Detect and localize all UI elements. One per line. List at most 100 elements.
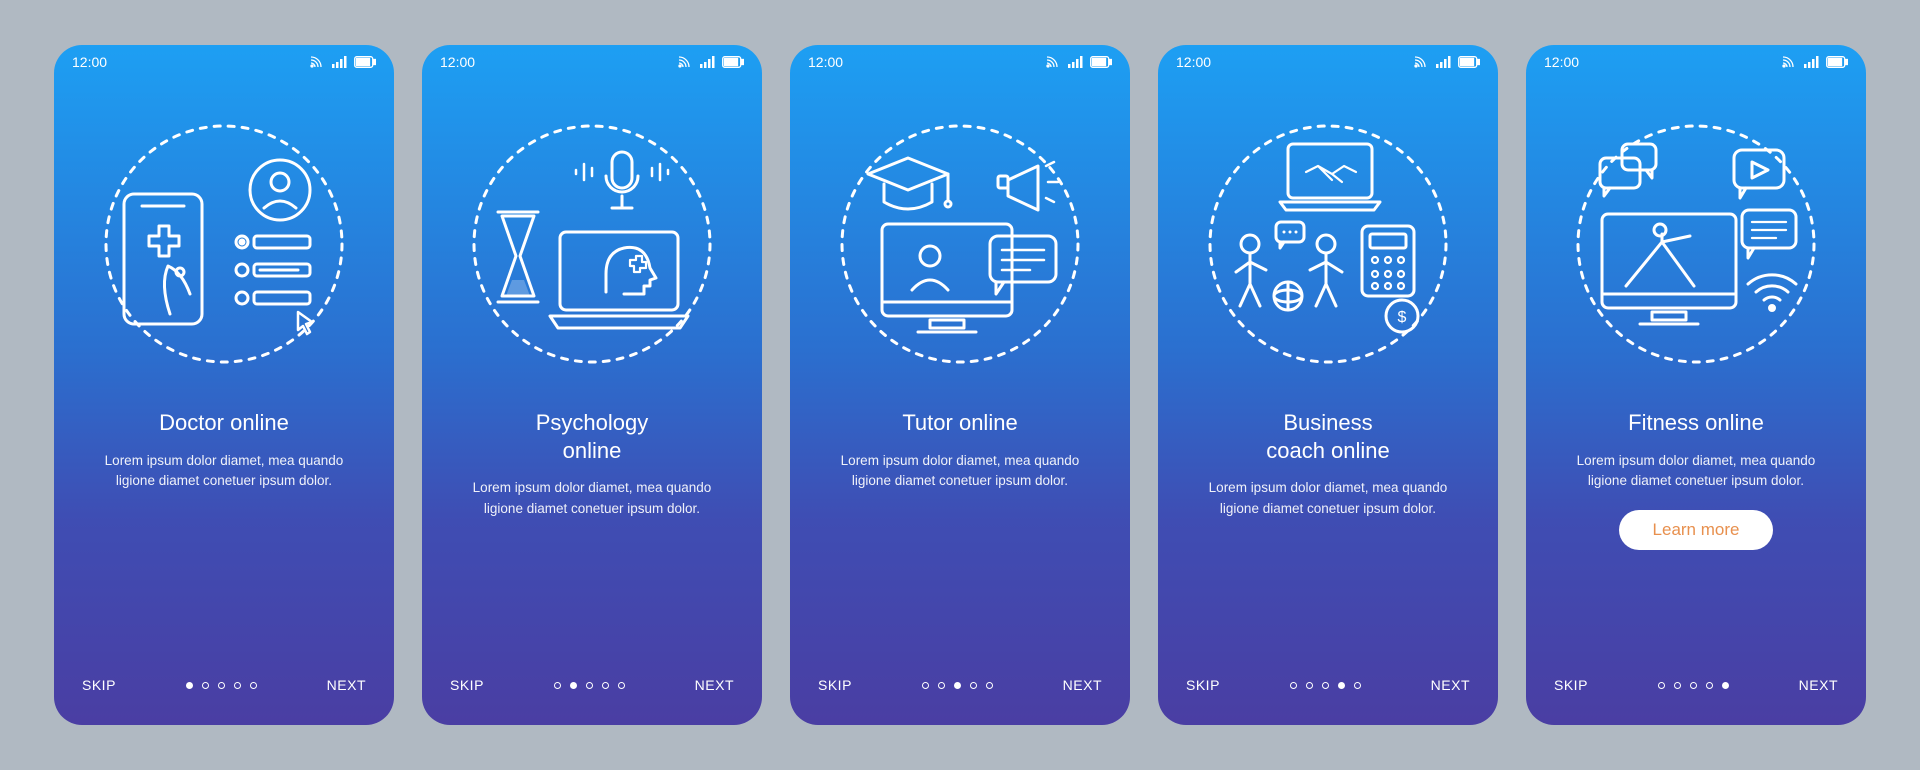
dot-4[interactable] (618, 682, 625, 689)
dot-4[interactable] (250, 682, 257, 689)
illustration-business: $ (1158, 79, 1498, 409)
screen-business: 12:00 (1158, 45, 1498, 725)
dot-2[interactable] (1690, 682, 1697, 689)
description: Lorem ipsum dolor diamet, mea quando lig… (1188, 478, 1468, 520)
skip-button[interactable]: SKIP (1186, 677, 1220, 693)
screen-tutor: 12:00 (790, 45, 1130, 725)
dot-0[interactable] (922, 682, 929, 689)
dot-1[interactable] (1674, 682, 1681, 689)
nav-bar: SKIP NEXT (1158, 655, 1498, 725)
svg-text:$: $ (1398, 309, 1407, 326)
nav-bar: SKIP NEXT (790, 655, 1130, 725)
next-button[interactable]: NEXT (327, 677, 366, 693)
dot-1[interactable] (202, 682, 209, 689)
dot-2[interactable] (218, 682, 225, 689)
illustration-psychology (422, 79, 762, 409)
status-time: 12:00 (1176, 54, 1211, 70)
nav-bar: SKIP NEXT (422, 655, 762, 725)
screen-doctor: 12:00 (54, 45, 394, 725)
title: Doctor online (84, 409, 364, 437)
dot-0[interactable] (1290, 682, 1297, 689)
dot-1[interactable] (938, 682, 945, 689)
signal-icon (332, 56, 348, 68)
battery-icon (722, 56, 744, 68)
description: Lorem ipsum dolor diamet, mea quando lig… (820, 451, 1100, 493)
next-button[interactable]: NEXT (1063, 677, 1102, 693)
status-icons (1782, 56, 1848, 68)
page-dots (1290, 682, 1361, 689)
page-dots (554, 682, 625, 689)
illustration-fitness (1526, 79, 1866, 409)
text-block: Doctor online Lorem ipsum dolor diamet, … (54, 409, 394, 655)
page-dots (186, 682, 257, 689)
description: Lorem ipsum dolor diamet, mea quando lig… (452, 478, 732, 520)
status-icons (1046, 56, 1112, 68)
text-block: Business coach online Lorem ipsum dolor … (1158, 409, 1498, 655)
title: Tutor online (820, 409, 1100, 437)
onboarding-row: 12:00 (54, 45, 1866, 725)
next-button[interactable]: NEXT (1799, 677, 1838, 693)
skip-button[interactable]: SKIP (1554, 677, 1588, 693)
next-button[interactable]: NEXT (695, 677, 734, 693)
skip-button[interactable]: SKIP (818, 677, 852, 693)
battery-icon (354, 56, 376, 68)
nav-bar: SKIP NEXT (54, 655, 394, 725)
skip-button[interactable]: SKIP (82, 677, 116, 693)
description: Lorem ipsum dolor diamet, mea quando lig… (1556, 451, 1836, 493)
battery-icon (1826, 56, 1848, 68)
signal-icon (700, 56, 716, 68)
status-time: 12:00 (1544, 54, 1579, 70)
screen-fitness: 12:00 (1526, 45, 1866, 725)
illustration-tutor (790, 79, 1130, 409)
battery-icon (1458, 56, 1480, 68)
battery-icon (1090, 56, 1112, 68)
page-dots (922, 682, 993, 689)
status-bar: 12:00 (422, 45, 762, 79)
status-bar: 12:00 (54, 45, 394, 79)
network-icon (1414, 56, 1430, 68)
text-block: Fitness online Lorem ipsum dolor diamet,… (1526, 409, 1866, 655)
status-icons (1414, 56, 1480, 68)
dot-1[interactable] (570, 682, 577, 689)
dot-4[interactable] (986, 682, 993, 689)
status-time: 12:00 (808, 54, 843, 70)
description: Lorem ipsum dolor diamet, mea quando lig… (84, 451, 364, 493)
status-time: 12:00 (440, 54, 475, 70)
dot-0[interactable] (1658, 682, 1665, 689)
status-icons (678, 56, 744, 68)
dot-2[interactable] (586, 682, 593, 689)
title: Business coach online (1188, 409, 1468, 464)
illustration-doctor (54, 79, 394, 409)
text-block: Tutor online Lorem ipsum dolor diamet, m… (790, 409, 1130, 655)
status-bar: 12:00 (1526, 45, 1866, 79)
screen-psychology: 12:00 (422, 45, 762, 725)
dot-3[interactable] (970, 682, 977, 689)
dot-4[interactable] (1354, 682, 1361, 689)
title: Psychology online (452, 409, 732, 464)
dot-2[interactable] (1322, 682, 1329, 689)
dot-3[interactable] (1338, 682, 1345, 689)
dot-3[interactable] (234, 682, 241, 689)
title: Fitness online (1556, 409, 1836, 437)
learn-more-button[interactable]: Learn more (1619, 510, 1774, 550)
signal-icon (1436, 56, 1452, 68)
next-button[interactable]: NEXT (1431, 677, 1470, 693)
signal-icon (1804, 56, 1820, 68)
skip-button[interactable]: SKIP (450, 677, 484, 693)
dot-1[interactable] (1306, 682, 1313, 689)
text-block: Psychology online Lorem ipsum dolor diam… (422, 409, 762, 655)
nav-bar: SKIP NEXT (1526, 655, 1866, 725)
dot-4[interactable] (1722, 682, 1729, 689)
status-icons (310, 56, 376, 68)
status-time: 12:00 (72, 54, 107, 70)
dot-2[interactable] (954, 682, 961, 689)
dot-0[interactable] (186, 682, 193, 689)
dot-3[interactable] (1706, 682, 1713, 689)
network-icon (1046, 56, 1062, 68)
network-icon (678, 56, 694, 68)
page-dots (1658, 682, 1729, 689)
network-icon (310, 56, 326, 68)
dot-0[interactable] (554, 682, 561, 689)
dot-3[interactable] (602, 682, 609, 689)
status-bar: 12:00 (1158, 45, 1498, 79)
